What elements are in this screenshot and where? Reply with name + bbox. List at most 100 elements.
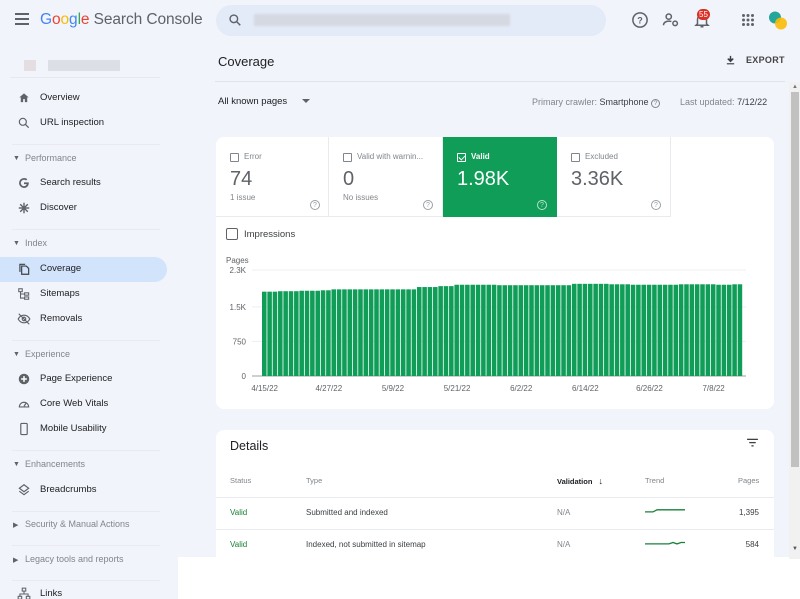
chart-bar[interactable] [379, 289, 385, 376]
help-icon[interactable]: ? [310, 200, 320, 210]
chart-bar[interactable] [684, 284, 689, 376]
sidebar-item-discover[interactable]: Discover [0, 196, 167, 221]
account-avatar[interactable] [768, 10, 788, 32]
tile-excluded[interactable]: Excluded 3.36K ? [557, 137, 671, 217]
sidebar-section-performance[interactable]: ▼ Performance [0, 150, 167, 168]
chart-bar[interactable] [513, 285, 518, 376]
chart-bar[interactable] [310, 290, 315, 376]
chart-bar[interactable] [438, 286, 443, 376]
chart-bar[interactable] [737, 284, 743, 376]
chart-bar[interactable] [523, 285, 529, 376]
chart-bar[interactable] [422, 287, 427, 376]
sidebar-item-coverage[interactable]: Coverage [0, 257, 167, 282]
column-header-trend[interactable]: Trend [645, 476, 664, 485]
chart-bar[interactable] [336, 289, 342, 376]
tile-valid-with-warnings[interactable]: Valid with warnin... 0 No issues ? [329, 137, 443, 217]
chart-bar[interactable] [593, 283, 598, 376]
column-header-validation[interactable]: Validation ↓ [557, 476, 603, 486]
chart-bar[interactable] [347, 289, 353, 376]
chart-bar[interactable] [491, 284, 497, 376]
chart-bar[interactable] [374, 289, 379, 376]
sidebar-item-core-web-vitals[interactable]: Core Web Vitals [0, 392, 167, 417]
sidebar-item-page-experience[interactable]: Page Experience [0, 367, 167, 392]
chart-bar[interactable] [700, 284, 705, 376]
search-input[interactable] [216, 5, 606, 36]
tile-checkbox[interactable] [230, 153, 239, 162]
sidebar-item-removals[interactable]: Removals [0, 307, 167, 332]
chart-bar[interactable] [315, 290, 320, 376]
chart-bar[interactable] [358, 289, 363, 376]
chart-bar[interactable] [502, 285, 508, 376]
chart-bar[interactable] [406, 289, 411, 376]
chart-bar[interactable] [588, 283, 593, 376]
column-header-type[interactable]: Type [306, 476, 322, 485]
sidebar-item-sitemaps[interactable]: Sitemaps [0, 282, 167, 307]
chart-bar[interactable] [529, 285, 534, 376]
sidebar-item-links[interactable]: Links [0, 582, 167, 599]
chart-bar[interactable] [352, 289, 358, 376]
chart-bar[interactable] [646, 284, 652, 376]
chart-bar[interactable] [721, 284, 727, 376]
tile-checkbox[interactable] [343, 153, 352, 162]
apps-icon[interactable] [739, 11, 757, 29]
scrollbar-thumb[interactable] [791, 92, 799, 467]
chart-bar[interactable] [726, 284, 732, 376]
chart-bar[interactable] [486, 284, 492, 376]
chart-bar[interactable] [427, 287, 433, 376]
help-icon[interactable]: ? [651, 200, 661, 210]
chart-bar[interactable] [550, 285, 556, 376]
chart-bar[interactable] [620, 284, 625, 376]
column-header-pages[interactable]: Pages [738, 476, 759, 485]
chart-bar[interactable] [267, 291, 272, 376]
chart-bar[interactable] [636, 284, 641, 376]
sidebar-item-breadcrumbs[interactable]: Breadcrumbs [0, 478, 167, 503]
chart-bar[interactable] [288, 291, 294, 376]
chart-bar[interactable] [657, 284, 663, 376]
chart-bar[interactable] [678, 284, 684, 376]
chart-bar[interactable] [262, 291, 267, 376]
chart-bar[interactable] [614, 284, 620, 376]
chart-bar[interactable] [598, 283, 604, 376]
table-row[interactable]: Valid Submitted and indexed N/A 1,395 [216, 497, 774, 528]
chart-bar[interactable] [518, 285, 524, 376]
tile-checkbox[interactable] [571, 153, 580, 162]
sidebar-item-overview[interactable]: Overview [0, 86, 167, 111]
chart-bar[interactable] [320, 290, 326, 376]
scroll-down-arrow-icon[interactable]: ▼ [792, 546, 798, 552]
chart-bar[interactable] [582, 283, 588, 376]
sidebar-section-enhancements[interactable]: ▼ Enhancements [0, 456, 167, 474]
chart-bar[interactable] [299, 290, 304, 376]
sidebar-section-security[interactable]: ▶ Security & Manual Actions [0, 516, 167, 534]
chart-bar[interactable] [283, 291, 288, 376]
chart-bar[interactable] [465, 284, 470, 376]
tile-error[interactable]: Error 74 1 issue ? [216, 137, 329, 217]
chart-bar[interactable] [566, 285, 572, 376]
sidebar-item-search-results[interactable]: Search results [0, 171, 167, 196]
chart-bar[interactable] [433, 287, 438, 376]
chart-bar[interactable] [694, 284, 700, 376]
chart-bar[interactable] [416, 287, 422, 376]
chart-bar[interactable] [609, 284, 614, 376]
sidebar-section-experience[interactable]: ▼ Experience [0, 346, 167, 364]
help-icon[interactable]: ? [631, 11, 649, 29]
chart-bar[interactable] [331, 289, 337, 376]
chart-bar[interactable] [272, 291, 278, 376]
chart-bar[interactable] [673, 284, 679, 376]
help-icon[interactable]: ? [651, 99, 661, 108]
chart-bar[interactable] [395, 289, 401, 376]
table-row[interactable]: Valid Indexed, not submitted in sitemap … [216, 529, 774, 560]
chart-bar[interactable] [577, 283, 582, 376]
sidebar-section-legacy-tools[interactable]: ▶ Legacy tools and reports [0, 551, 167, 569]
help-icon[interactable]: ? [423, 200, 433, 210]
chart-bar[interactable] [716, 284, 721, 376]
chart-bar[interactable] [534, 285, 540, 376]
chart-bar[interactable] [561, 285, 566, 376]
chart-bar[interactable] [481, 284, 486, 376]
chart-bar[interactable] [668, 284, 673, 376]
chart-bar[interactable] [411, 289, 417, 376]
chart-bar[interactable] [545, 285, 550, 376]
chart-bar[interactable] [705, 284, 711, 376]
chart-bar[interactable] [571, 283, 577, 376]
sidebar-item-mobile-usability[interactable]: Mobile Usability [0, 417, 167, 442]
chart-bar[interactable] [555, 285, 561, 376]
